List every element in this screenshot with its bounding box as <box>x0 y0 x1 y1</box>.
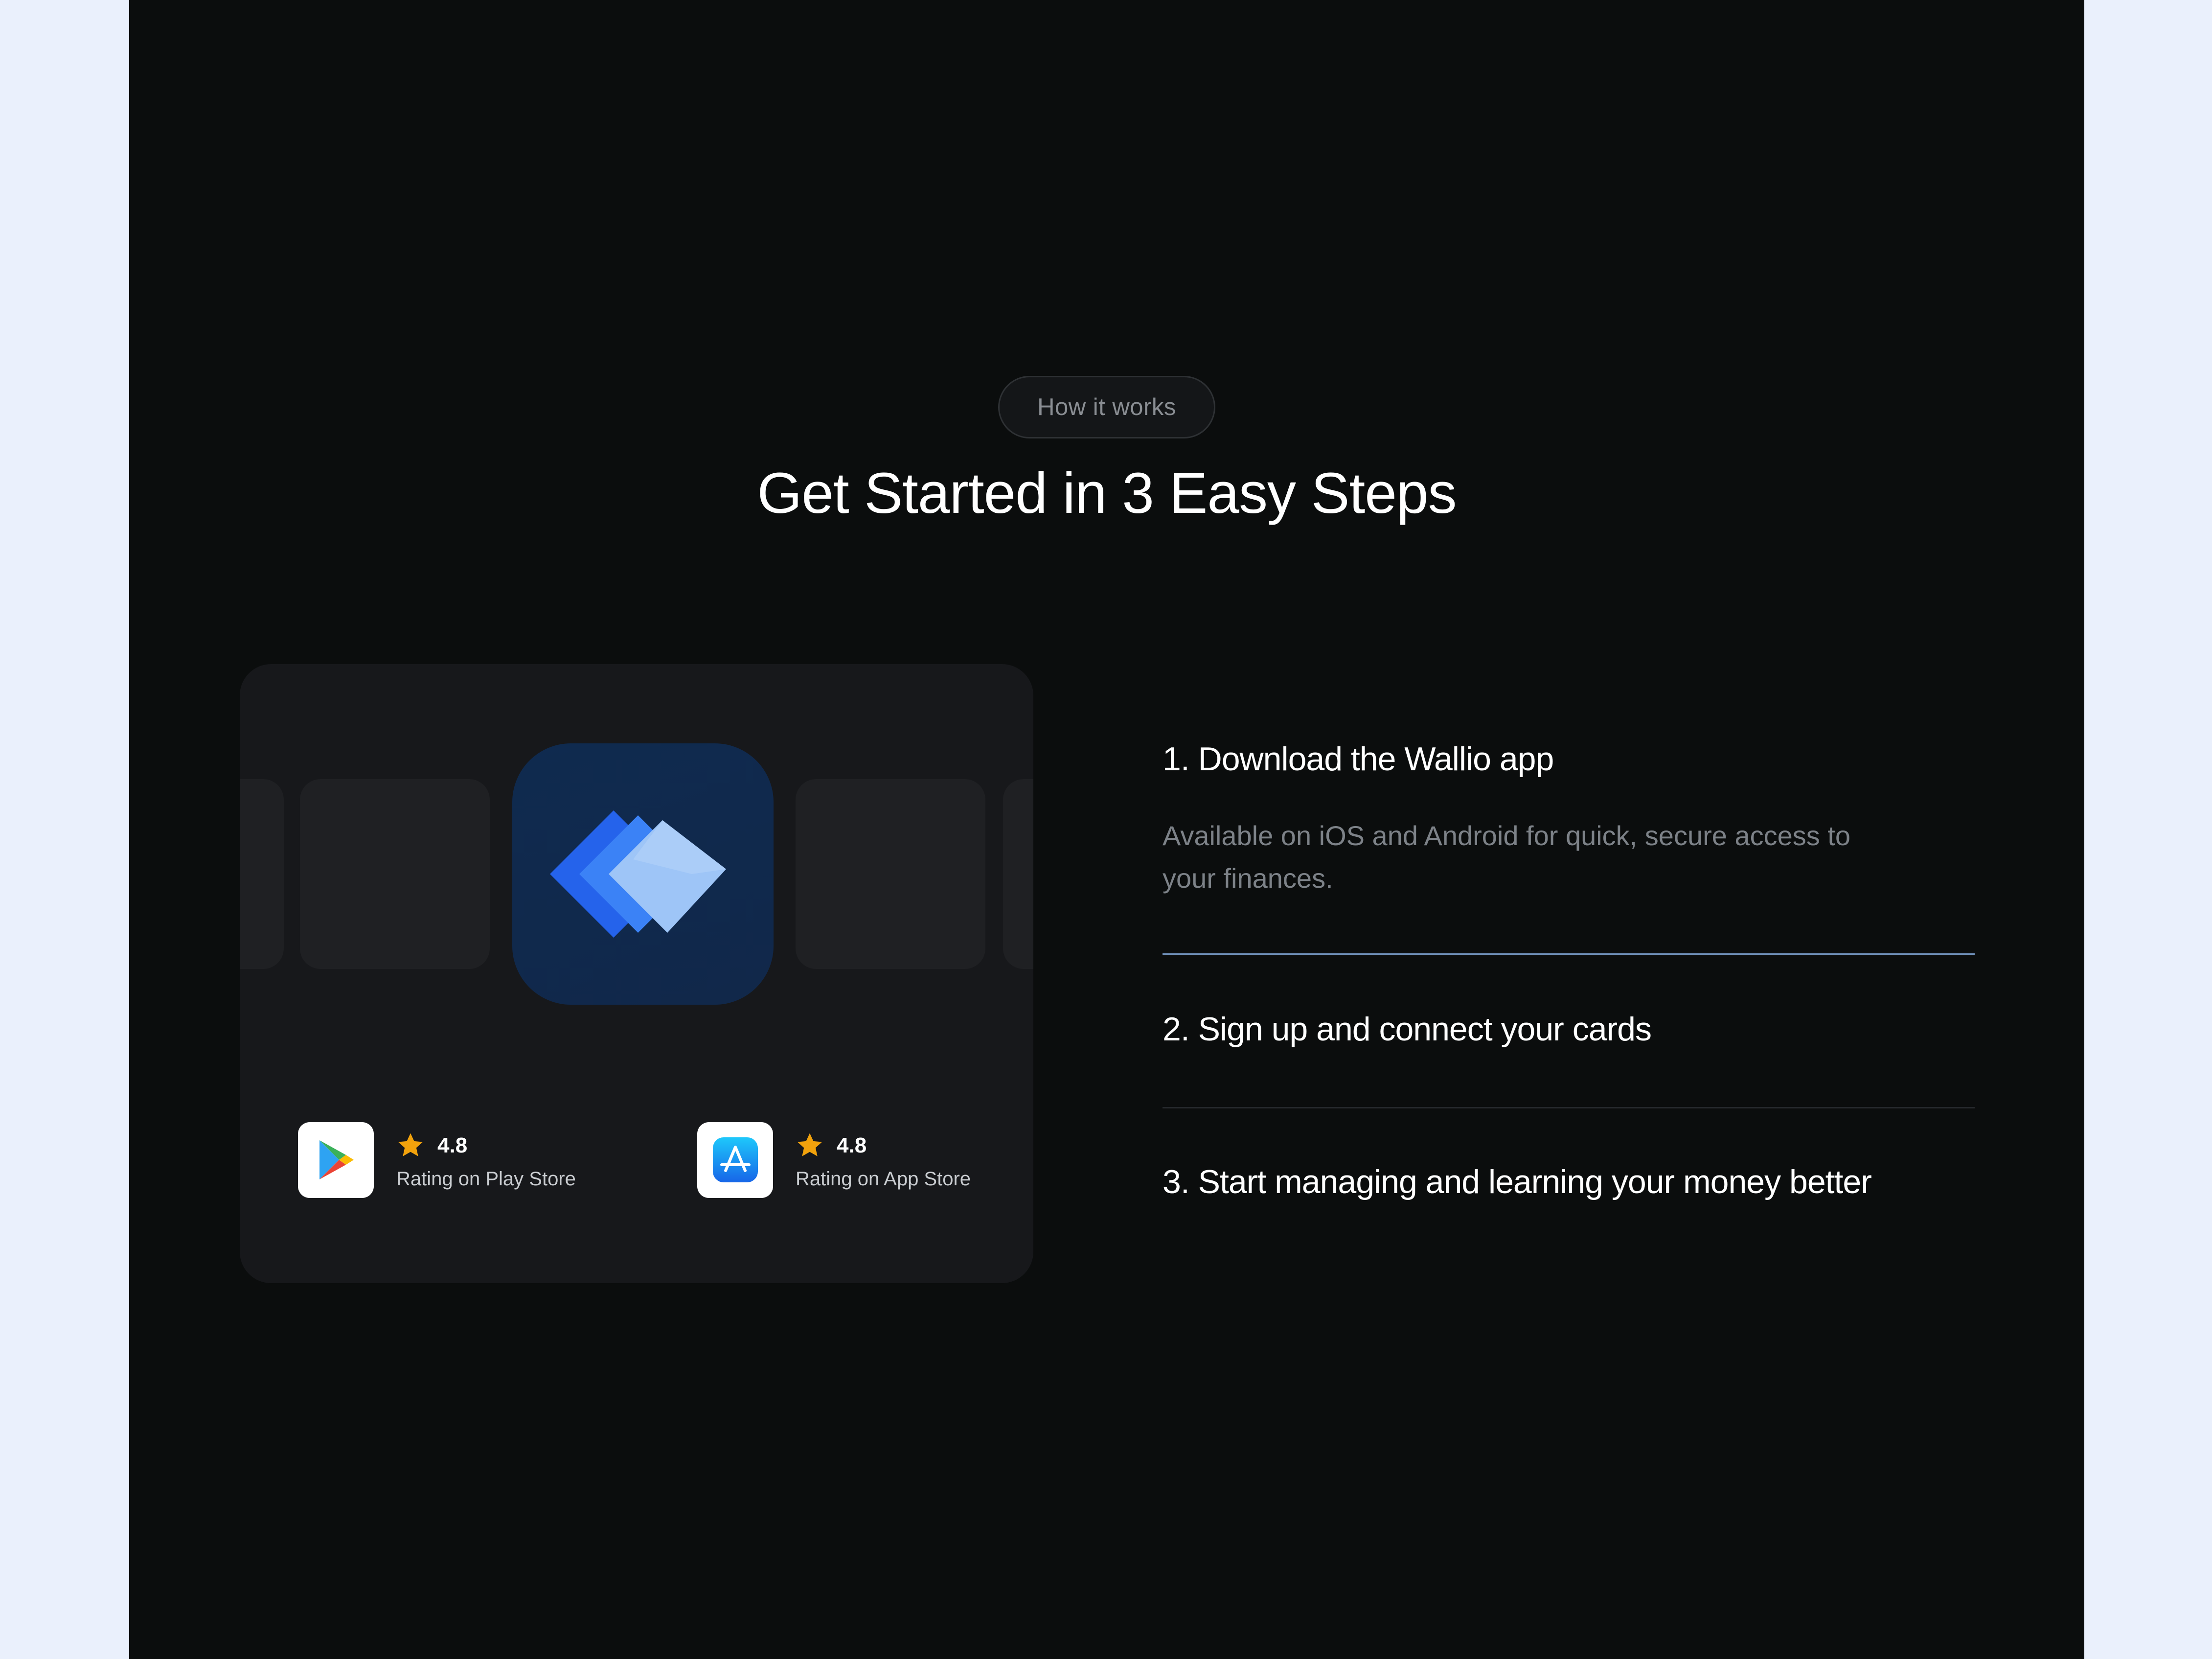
star-icon <box>797 1133 822 1156</box>
step-3-title[interactable]: 3. Start managing and learning your mone… <box>1163 1163 1872 1201</box>
step-divider <box>1163 1107 1975 1108</box>
star-icon <box>398 1133 423 1156</box>
carousel-tile <box>796 779 985 969</box>
rating-value: 4.8 <box>837 1133 867 1157</box>
google-play-icon <box>298 1122 374 1198</box>
carousel-tile <box>1003 779 1033 969</box>
wallio-app-icon <box>512 743 774 1005</box>
step-1-title[interactable]: 1. Download the Wallio app <box>1163 740 1554 778</box>
play-store-rating[interactable]: 4.8 Rating on Play Store <box>298 1121 576 1199</box>
rating-value: 4.8 <box>437 1133 468 1157</box>
active-step-divider <box>1163 953 1975 955</box>
carousel-tile <box>240 779 284 969</box>
wallio-logo-icon <box>550 810 726 938</box>
app-download-card: 4.8 Rating on Play Store 4.8 Rating on A… <box>240 664 1033 1283</box>
app-store-rating[interactable]: 4.8 Rating on App Store <box>697 1121 971 1199</box>
app-store-icon <box>697 1122 773 1198</box>
rating-label: Rating on App Store <box>796 1168 971 1190</box>
how-it-works-section: How it works Get Started in 3 Easy Steps <box>129 0 2084 1659</box>
step-1-description: Available on iOS and Android for quick, … <box>1163 820 1850 894</box>
section-heading: Get Started in 3 Easy Steps <box>757 461 1457 526</box>
carousel-tile <box>300 779 490 969</box>
rating-label: Rating on Play Store <box>396 1168 576 1190</box>
section-badge: How it works <box>998 376 1215 438</box>
step-2-title[interactable]: 2. Sign up and connect your cards <box>1163 1010 1652 1048</box>
